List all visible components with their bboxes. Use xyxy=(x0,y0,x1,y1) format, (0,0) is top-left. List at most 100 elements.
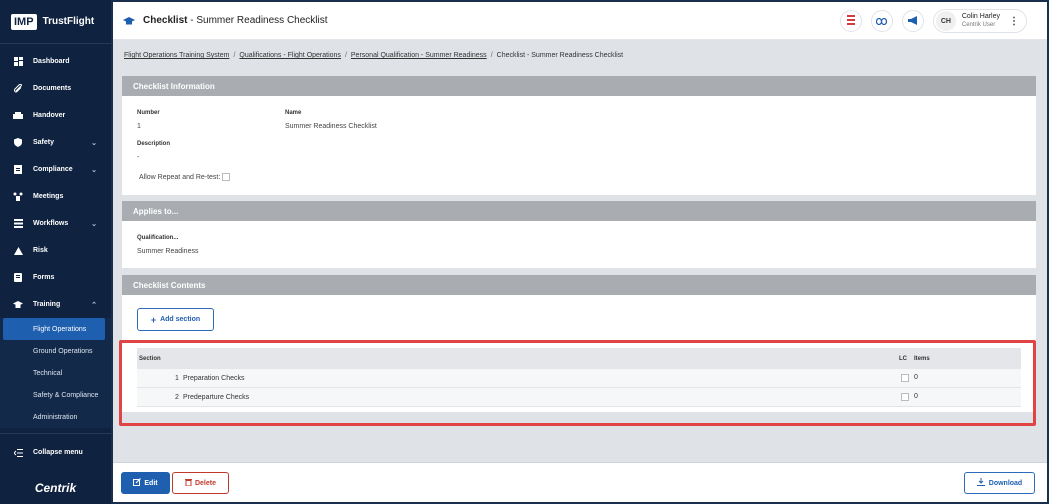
sidebar-item-workflows[interactable]: Workflows ⌄ xyxy=(0,210,111,237)
sidebar-item-meetings[interactable]: Meetings xyxy=(0,183,111,210)
chevron-down-icon: ⌄ xyxy=(91,166,97,174)
megaphone-icon xyxy=(907,12,918,30)
breadcrumb-link[interactable]: Personal Qualification - Summer Readines… xyxy=(351,52,487,59)
graduation-cap-icon xyxy=(12,301,24,308)
panel-heading: Checklist Contents xyxy=(122,275,1036,295)
sidebar-subitem-ground-operations[interactable]: Ground Operations xyxy=(0,340,111,362)
collapse-icon xyxy=(12,448,24,457)
sidebar-item-documents[interactable]: Documents xyxy=(0,75,111,102)
name-value: Summer Readiness Checklist xyxy=(285,123,377,130)
sidebar-item-label: Risk xyxy=(33,247,48,254)
announcements-button[interactable] xyxy=(901,10,924,32)
column-header-items: Items xyxy=(914,355,930,362)
sidebar-item-label: Dashboard xyxy=(33,58,70,65)
footer-bar: Edit Delete Download xyxy=(113,462,1047,502)
row-items-count: 0 xyxy=(914,393,918,400)
checklist-contents-panel: Checklist Contents + Add section Section… xyxy=(122,275,1036,412)
sidebar-item-compliance[interactable]: Compliance ⌄ xyxy=(0,156,111,183)
sidebar-item-label: Handover xyxy=(33,112,66,119)
row-number: 1 xyxy=(175,375,179,382)
user-role: Centrik User xyxy=(961,22,996,28)
main-area: Checklist - Summer Readiness Checklist C… xyxy=(113,2,1047,502)
download-icon xyxy=(976,478,985,488)
user-menu[interactable]: CH Colin Harley Centrik User ⋮ xyxy=(932,9,1027,33)
sidebar-item-dashboard[interactable]: Dashboard xyxy=(0,48,111,75)
edit-label: Edit xyxy=(144,479,158,487)
collapse-menu-button[interactable]: Collapse menu xyxy=(0,433,111,471)
sections-table: Section LC Items 1 Preparation Checks 0 … xyxy=(137,348,1021,407)
qualification-label: Qualification... xyxy=(137,235,179,241)
allow-repeat-label: Allow Repeat and Re-test: xyxy=(139,173,221,181)
kebab-menu-icon[interactable]: ⋮ xyxy=(1009,16,1019,27)
applies-to-panel: Applies to... Qualification... Summer Re… xyxy=(122,201,1036,268)
centrik-logo: Centrik xyxy=(34,480,77,495)
avatar: CH xyxy=(935,11,956,31)
checklist-information-panel: Checklist Information Number 1 Name Summ… xyxy=(122,76,1036,195)
edit-button[interactable]: Edit xyxy=(121,472,170,494)
sidebar-bottom: Collapse menu Centrik xyxy=(0,433,111,504)
sidebar-subitem-administration[interactable]: Administration xyxy=(0,406,111,428)
link-button[interactable] xyxy=(870,10,893,32)
edit-icon xyxy=(133,478,142,488)
sidebar-item-risk[interactable]: Risk xyxy=(0,237,111,264)
add-section-button[interactable]: + Add section xyxy=(137,308,214,331)
forms-icon xyxy=(12,273,24,282)
number-value: 1 xyxy=(137,123,141,130)
delete-label: Delete xyxy=(194,479,216,487)
table-row[interactable]: 1 Preparation Checks 0 xyxy=(137,369,1021,388)
table-row[interactable]: 2 Predeparture Checks 0 xyxy=(137,388,1021,407)
sidebar-item-handover[interactable]: Handover xyxy=(0,102,111,129)
delete-button[interactable]: Delete xyxy=(172,472,229,494)
page-title: Checklist - Summer Readiness Checklist xyxy=(143,15,328,26)
reports-button[interactable] xyxy=(839,10,862,32)
sidebar-item-label: Forms xyxy=(33,274,55,281)
chevron-down-icon: ⌄ xyxy=(91,139,97,147)
panel-heading: Checklist Information xyxy=(122,76,1036,96)
sidebar-item-training[interactable]: Training ⌃ xyxy=(0,291,111,318)
sidebar: IMP TrustFlight Dashboard Documents Hand… xyxy=(0,0,111,504)
top-icons: CH Colin Harley Centrik User ⋮ xyxy=(831,9,1027,33)
panel-heading: Applies to... xyxy=(122,201,1036,221)
sidebar-item-label: Safety xyxy=(33,139,55,146)
sidebar-item-label: Training xyxy=(33,301,61,308)
lc-checkbox[interactable] xyxy=(901,374,909,382)
user-info: Colin Harley Centrik User xyxy=(962,12,1000,30)
sidebar-subitem-flight-operations[interactable]: Flight Operations xyxy=(3,318,105,340)
breadcrumb-link[interactable]: Qualifications - Flight Operations xyxy=(239,52,341,59)
allow-repeat-field: Allow Repeat and Re-test: xyxy=(139,173,231,181)
link-icon xyxy=(876,12,888,30)
top-bar: Checklist - Summer Readiness Checklist C… xyxy=(113,2,1047,40)
logo-text: TrustFlight xyxy=(42,16,95,27)
row-number: 2 xyxy=(175,394,179,401)
add-section-label: Add section xyxy=(160,316,201,323)
download-button[interactable]: Download xyxy=(964,472,1035,494)
dashboard-icon xyxy=(12,57,24,66)
lc-checkbox[interactable] xyxy=(901,393,909,401)
breadcrumb: Flight Operations Training System / Qualif… xyxy=(124,52,624,59)
row-section-name: Predeparture Checks xyxy=(183,394,250,401)
allow-repeat-checkbox[interactable] xyxy=(222,173,231,181)
logo[interactable]: IMP TrustFlight xyxy=(0,0,111,44)
workflows-icon xyxy=(12,219,24,228)
sidebar-item-label: Workflows xyxy=(33,220,69,227)
trash-icon xyxy=(184,478,192,488)
sidebar-nav: Dashboard Documents Handover Safety ⌄ Co… xyxy=(0,48,111,428)
meetings-icon xyxy=(12,192,24,201)
column-header-section: Section xyxy=(139,355,161,362)
row-section-name: Preparation Checks xyxy=(183,375,245,382)
description-value: - xyxy=(137,154,140,161)
chevron-up-icon: ⌃ xyxy=(91,301,97,309)
training-subnav: Flight Operations Ground Operations Tech… xyxy=(0,318,111,428)
sidebar-item-safety[interactable]: Safety ⌄ xyxy=(0,129,111,156)
sidebar-subitem-technical[interactable]: Technical xyxy=(0,362,111,384)
sidebar-subitem-safety-compliance[interactable]: Safety & Compliance xyxy=(0,384,111,406)
download-label: Download xyxy=(988,479,1023,487)
user-name: Colin Harley xyxy=(961,13,1000,20)
description-label: Description xyxy=(137,141,171,147)
content-area: Flight Operations Training System / Qualif… xyxy=(113,40,1047,462)
sidebar-item-forms[interactable]: Forms xyxy=(0,264,111,291)
compliance-icon xyxy=(12,165,24,174)
qualification-value: Summer Readiness xyxy=(137,248,199,255)
breadcrumb-link[interactable]: Flight Operations Training System xyxy=(124,52,229,59)
sidebar-item-label: Documents xyxy=(33,85,72,92)
